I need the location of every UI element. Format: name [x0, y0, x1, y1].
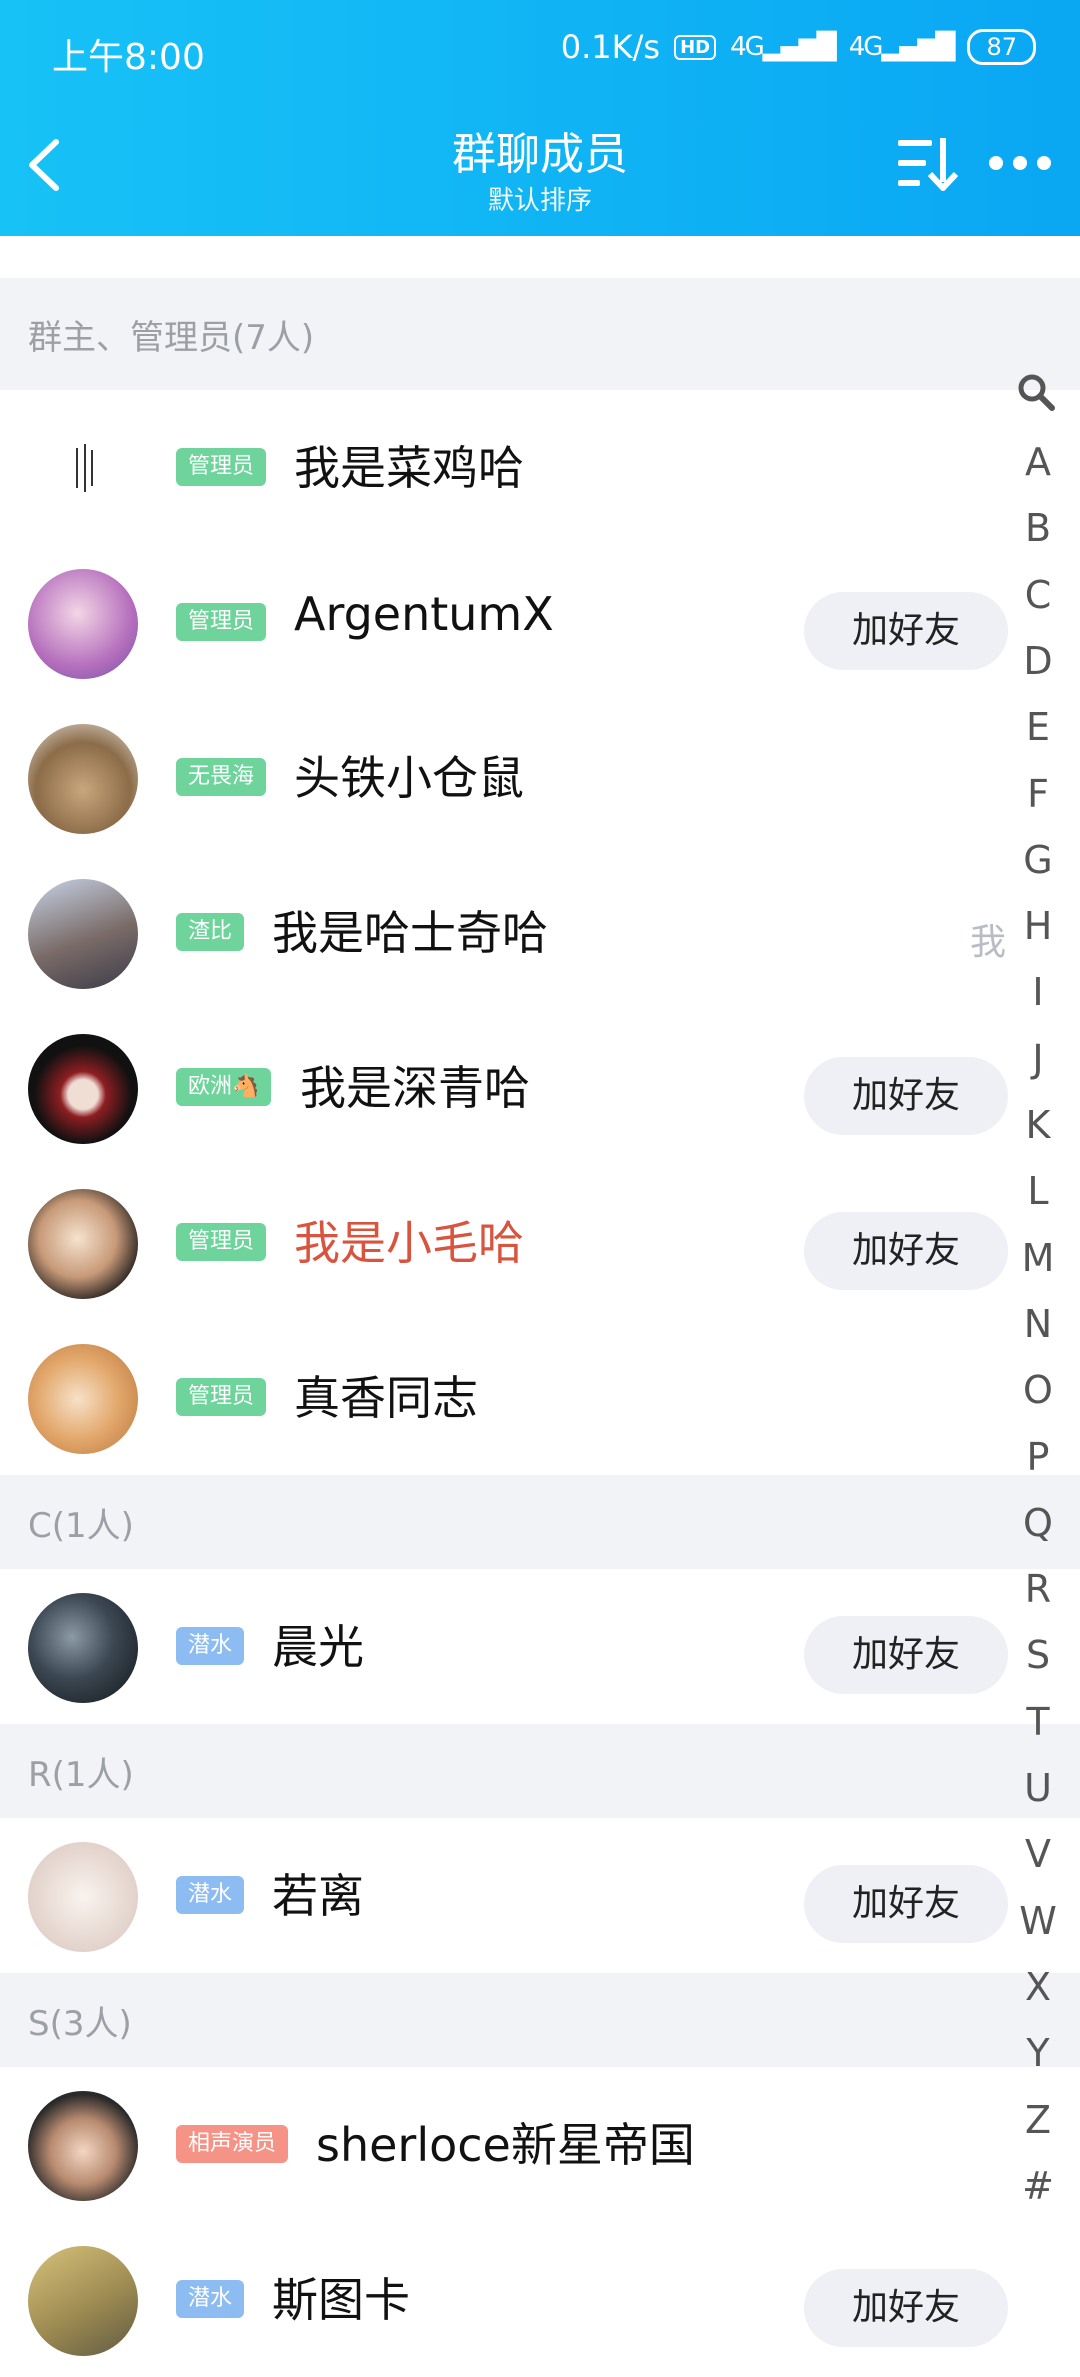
- list-item[interactable]: 潜水 晨光 加好友: [0, 1569, 1080, 1724]
- list-item[interactable]: 管理员 真香同志: [0, 1320, 1080, 1475]
- index-letter[interactable]: S: [1008, 1633, 1068, 1677]
- member-list[interactable]: 群主、管理员(7人) 管理员 我是菜鸡哈 管理员 ArgentumX 加好友 无…: [0, 236, 1080, 2377]
- index-letter[interactable]: X: [1008, 1965, 1068, 2009]
- member-name: 斯图卡: [272, 2273, 410, 2327]
- index-letter[interactable]: Z: [1008, 2098, 1068, 2142]
- avatar[interactable]: [28, 569, 138, 679]
- index-search-icon[interactable]: [1016, 372, 1056, 412]
- member-name: 头铁小仓鼠: [294, 751, 524, 805]
- section-header-c: C(1人): [0, 1475, 1080, 1569]
- role-badge: 无畏海: [176, 758, 267, 796]
- add-friend-button[interactable]: 加好友: [804, 1212, 1008, 1290]
- index-letter[interactable]: Y: [1008, 2031, 1068, 2075]
- role-badge: 潜水: [176, 1876, 245, 1914]
- index-letter[interactable]: L: [1008, 1169, 1068, 1213]
- index-letter[interactable]: M: [1008, 1236, 1068, 1280]
- network-type-2: 4G: [848, 32, 884, 62]
- list-item[interactable]: 管理员 ArgentumX 加好友: [0, 545, 1080, 700]
- index-letter[interactable]: J: [1008, 1037, 1068, 1081]
- index-letter[interactable]: D: [1008, 639, 1068, 683]
- member-name: sherloce新星帝国: [316, 2118, 695, 2172]
- network-speed: 0.1K/s: [560, 28, 661, 66]
- list-item[interactable]: 潜水 若离 加好友: [0, 1818, 1080, 1973]
- avatar[interactable]: [28, 1189, 138, 1299]
- battery-icon: 87: [967, 29, 1036, 65]
- avatar[interactable]: [28, 1034, 138, 1144]
- list-item[interactable]: 无畏海 头铁小仓鼠: [0, 700, 1080, 855]
- member-name: 我是小毛哈: [294, 1216, 524, 1270]
- index-letter[interactable]: N: [1008, 1302, 1068, 1346]
- role-badge: 欧洲🐴: [176, 1068, 272, 1106]
- member-name: 我是深青哈: [300, 1061, 530, 1115]
- index-letter[interactable]: R: [1008, 1567, 1068, 1611]
- index-letter[interactable]: B: [1008, 506, 1068, 550]
- member-name: 若离: [272, 1869, 364, 1923]
- list-item[interactable]: 管理员 我是菜鸡哈: [0, 390, 1080, 545]
- index-letter[interactable]: Q: [1008, 1501, 1068, 1545]
- avatar-image: [76, 444, 93, 492]
- role-badge: 管理员: [176, 448, 267, 486]
- add-friend-button[interactable]: 加好友: [804, 1057, 1008, 1135]
- role-badge: 潜水: [176, 1627, 245, 1665]
- role-badge: 潜水: [176, 2280, 245, 2318]
- role-badge: 相声演员: [176, 2125, 289, 2163]
- index-letter[interactable]: O: [1008, 1368, 1068, 1412]
- avatar[interactable]: [28, 1344, 138, 1454]
- sort-icon[interactable]: [896, 136, 958, 192]
- avatar[interactable]: [28, 1593, 138, 1703]
- index-letter[interactable]: F: [1008, 772, 1068, 816]
- index-letter[interactable]: I: [1008, 970, 1068, 1014]
- member-name: 真香同志: [294, 1371, 478, 1425]
- role-badge: 管理员: [176, 1223, 267, 1261]
- list-item[interactable]: 管理员 我是小毛哈 加好友: [0, 1165, 1080, 1320]
- avatar[interactable]: [28, 724, 138, 834]
- index-letter[interactable]: K: [1008, 1103, 1068, 1147]
- role-badge: 管理员: [176, 603, 267, 641]
- status-icons: 0.1K/s HD 4G▂▄▆█ 4G▂▄▆█ 87: [561, 28, 1036, 66]
- role-badge: 管理员: [176, 1378, 267, 1416]
- section-header-s: S(3人): [0, 1973, 1080, 2067]
- index-letter[interactable]: P: [1008, 1435, 1068, 1479]
- add-friend-button[interactable]: 加好友: [804, 2269, 1008, 2347]
- signal-icon: 4G▂▄▆█: [730, 32, 837, 62]
- signal-icon-2: 4G▂▄▆█: [848, 32, 956, 62]
- header-bar: 上午8:00 0.1K/s HD 4G▂▄▆█ 4G▂▄▆█ 87 群聊成员 默…: [0, 0, 1080, 236]
- index-letter[interactable]: #: [1008, 2164, 1068, 2208]
- list-item[interactable]: 潜水 斯图卡 加好友: [0, 2222, 1080, 2377]
- member-name: ArgentumX: [294, 587, 554, 641]
- avatar[interactable]: [28, 1842, 138, 1952]
- index-letter[interactable]: U: [1008, 1766, 1068, 1810]
- index-letter[interactable]: E: [1008, 705, 1068, 749]
- avatar[interactable]: [28, 879, 138, 989]
- index-letter[interactable]: C: [1008, 573, 1068, 617]
- avatar[interactable]: [28, 2091, 138, 2201]
- add-friend-button[interactable]: 加好友: [804, 1616, 1008, 1694]
- avatar[interactable]: [28, 414, 138, 524]
- list-item[interactable]: 渣比 我是哈士奇哈 我: [0, 855, 1080, 1010]
- network-type-1: 4G: [730, 32, 765, 62]
- list-item[interactable]: 欧洲🐴 我是深青哈 加好友: [0, 1010, 1080, 1165]
- add-friend-button[interactable]: 加好友: [804, 592, 1008, 670]
- status-time: 上午8:00: [52, 37, 205, 78]
- role-badge: 渣比: [176, 913, 245, 951]
- index-letter[interactable]: G: [1008, 838, 1068, 882]
- section-header-admins: 群主、管理员(7人): [0, 278, 1080, 390]
- self-tag: 我: [970, 922, 1007, 963]
- hd-icon: HD: [674, 34, 717, 60]
- add-friend-button[interactable]: 加好友: [804, 1865, 1008, 1943]
- member-name: 我是菜鸡哈: [294, 441, 524, 495]
- index-letter[interactable]: H: [1008, 904, 1068, 948]
- top-spacer: [0, 236, 1080, 278]
- index-letter[interactable]: T: [1008, 1700, 1068, 1744]
- section-header-r: R(1人): [0, 1724, 1080, 1818]
- index-letter[interactable]: A: [1008, 440, 1068, 484]
- member-name: 我是哈士奇哈: [272, 906, 548, 960]
- more-options-icon[interactable]: [988, 154, 1052, 172]
- list-item[interactable]: 相声演员 sherloce新星帝国: [0, 2067, 1080, 2222]
- index-letter[interactable]: V: [1008, 1832, 1068, 1876]
- member-name: 晨光: [272, 1620, 364, 1674]
- index-letter[interactable]: W: [1008, 1899, 1068, 1943]
